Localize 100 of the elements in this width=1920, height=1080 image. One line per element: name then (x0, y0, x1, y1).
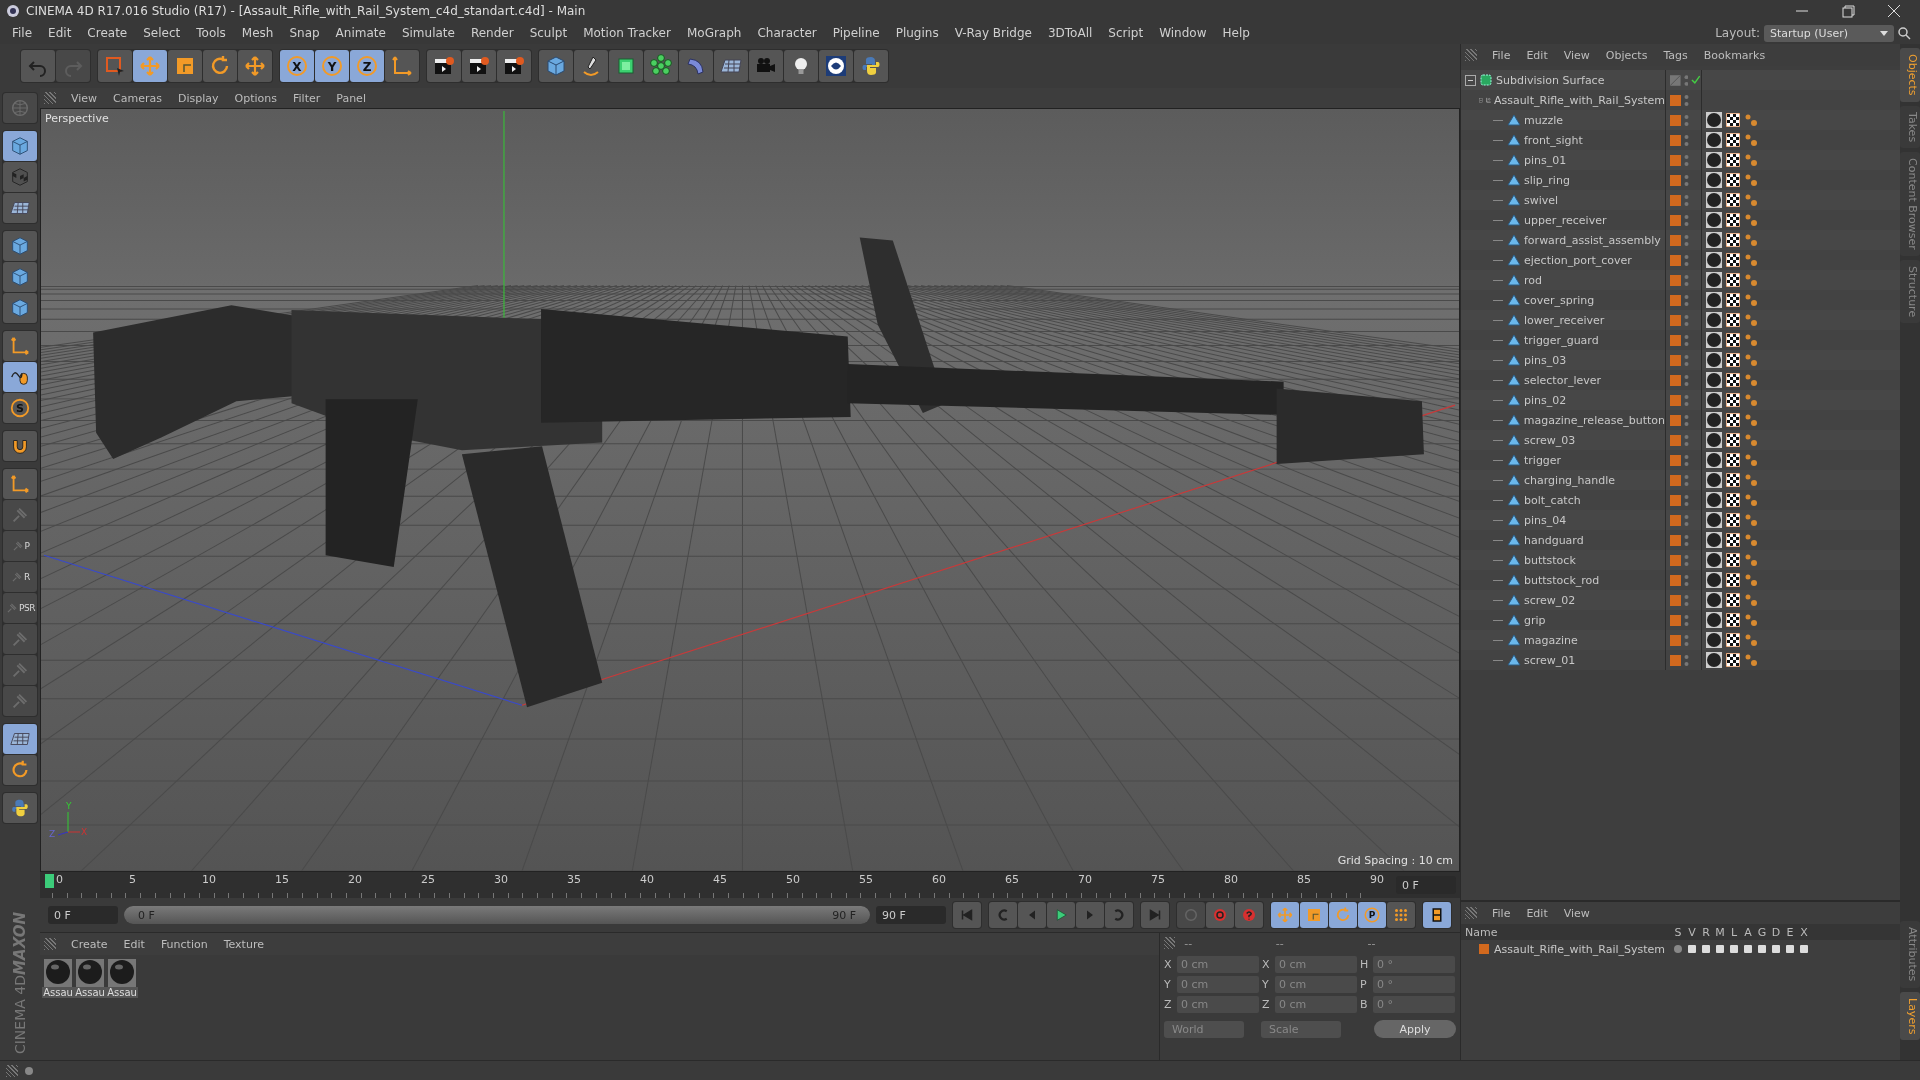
material-tag-icon[interactable] (1706, 572, 1722, 588)
visibility-dots-icon[interactable] (1684, 213, 1689, 227)
clapper-tool-button[interactable] (462, 50, 496, 82)
layer-flags-icon[interactable] (1671, 943, 1811, 955)
menu-item[interactable]: Simulate (393, 26, 463, 40)
next-tool-button[interactable] (1076, 902, 1104, 928)
object-menu-item[interactable]: Edit (1519, 48, 1555, 62)
material-swatch[interactable]: Assau (76, 959, 104, 998)
menu-item[interactable]: Create (79, 26, 136, 40)
visibility-dots-icon[interactable] (1684, 113, 1689, 127)
object-row[interactable]: screw_03 (1461, 430, 1900, 450)
checker-tag-icon[interactable] (1726, 313, 1740, 327)
visibility-dots-icon[interactable] (1684, 653, 1689, 667)
material-menu-item[interactable]: Edit (116, 937, 152, 951)
menu-item[interactable]: MoGraph (678, 26, 750, 40)
checker-tag-icon[interactable] (1726, 233, 1740, 247)
dots-tag-icon[interactable] (1744, 253, 1758, 267)
material-tag-icon[interactable] (1706, 352, 1722, 368)
object-row[interactable]: charging_handle (1461, 470, 1900, 490)
dots-tag-icon[interactable] (1744, 333, 1758, 347)
viewport-menu-item[interactable]: Options (227, 91, 284, 105)
record-tool-button[interactable] (1206, 902, 1234, 928)
object-row[interactable]: muzzle (1461, 110, 1900, 130)
material-tag-icon[interactable] (1706, 132, 1722, 148)
object-row[interactable]: pins_02 (1461, 390, 1900, 410)
visibility-dots-icon[interactable] (1684, 453, 1689, 467)
first-tool-button[interactable] (953, 902, 981, 928)
object-row[interactable]: buttstock (1461, 550, 1900, 570)
material-tag-icon[interactable] (1706, 472, 1722, 488)
object-row[interactable]: bolt_catch (1461, 490, 1900, 510)
checker-tag-icon[interactable] (1726, 573, 1740, 587)
object-row[interactable]: trigger (1461, 450, 1900, 470)
visibility-dots-icon[interactable] (1684, 493, 1689, 507)
autokey-tool-button[interactable] (1235, 902, 1263, 928)
visibility-dots-icon[interactable] (1684, 413, 1689, 427)
object-row[interactable]: grip (1461, 610, 1900, 630)
material-tag-icon[interactable] (1706, 452, 1722, 468)
end-frame-field[interactable]: 90 F (876, 906, 946, 924)
material-tag-icon[interactable] (1706, 512, 1722, 528)
side-tab[interactable]: Content Browser (1900, 151, 1920, 256)
object-row[interactable]: screw_01 (1461, 650, 1900, 670)
material-tag-icon[interactable] (1706, 432, 1722, 448)
dots-tag-icon[interactable] (1744, 193, 1758, 207)
checker-tag-icon[interactable] (1726, 173, 1740, 187)
floor-tool-button[interactable] (3, 193, 37, 223)
clapper-tool-button[interactable] (427, 50, 461, 82)
object-row[interactable]: lower_receiver (1461, 310, 1900, 330)
checker-tag-icon[interactable] (1726, 493, 1740, 507)
dots-tag-icon[interactable] (1744, 353, 1758, 367)
dots-tag-icon[interactable] (1744, 513, 1758, 527)
cube-tool-button[interactable] (3, 131, 37, 161)
dots-tag-icon[interactable] (1744, 413, 1758, 427)
material-tag-icon[interactable] (1706, 552, 1722, 568)
letter-tool-button[interactable]: P (1358, 902, 1386, 928)
play-tool-button[interactable] (1047, 902, 1075, 928)
material-tag-icon[interactable] (1706, 312, 1722, 328)
object-row[interactable]: rod (1461, 270, 1900, 290)
material-tag-icon[interactable] (1706, 372, 1722, 388)
clapper-tool-button[interactable] (497, 50, 531, 82)
last-tool-button[interactable] (1141, 902, 1169, 928)
material-swatch[interactable]: Assau (44, 959, 72, 998)
material-tag-icon[interactable] (1706, 272, 1722, 288)
checker-tag-icon[interactable] (1726, 193, 1740, 207)
dots-tag-icon[interactable] (1744, 553, 1758, 567)
visibility-dots-icon[interactable] (1684, 313, 1689, 327)
material-tag-icon[interactable] (1706, 632, 1722, 648)
bend-tool-button[interactable] (679, 50, 713, 82)
scale-tool-button[interactable] (1300, 902, 1328, 928)
world-tool-button[interactable] (385, 50, 419, 82)
layer-menu-item[interactable]: Edit (1519, 906, 1555, 920)
object-row[interactable]: pins_03 (1461, 350, 1900, 370)
material-tag-icon[interactable] (1706, 252, 1722, 268)
material-tag-icon[interactable] (1706, 332, 1722, 348)
menu-item[interactable]: Motion Tracker (575, 26, 679, 40)
material-tag-icon[interactable] (1706, 392, 1722, 408)
checker-tag-icon[interactable] (1726, 613, 1740, 627)
visibility-dots-icon[interactable] (1684, 593, 1689, 607)
menu-item[interactable]: Character (749, 26, 825, 40)
python-tool-button[interactable] (3, 793, 37, 823)
object-row[interactable]: buttstock_rod (1461, 570, 1900, 590)
camera-tool-button[interactable] (749, 50, 783, 82)
material-tag-icon[interactable] (1706, 292, 1722, 308)
visibility-dots-icon[interactable] (1684, 233, 1689, 247)
object-row[interactable]: front_sight (1461, 130, 1900, 150)
cube-tool-button[interactable] (539, 50, 573, 82)
checker-tag-icon[interactable] (1726, 473, 1740, 487)
visibility-dots-icon[interactable] (1684, 573, 1689, 587)
visibility-dots-icon[interactable] (1684, 293, 1689, 307)
pen-tool-button[interactable] (574, 50, 608, 82)
menu-item[interactable]: Snap (281, 26, 328, 40)
enabled-check-icon[interactable] (1691, 75, 1701, 85)
checker-tag-icon[interactable] (1726, 413, 1740, 427)
dots-tag-icon[interactable] (1744, 653, 1758, 667)
python-tool-button[interactable] (854, 50, 888, 82)
side-tab[interactable]: Objects (1900, 48, 1920, 102)
dots-tag-icon[interactable] (1744, 453, 1758, 467)
start-frame-field[interactable]: 0 F (48, 906, 118, 924)
visibility-dots-icon[interactable] (1684, 633, 1689, 647)
checker-tag-icon[interactable] (1726, 373, 1740, 387)
checker-tag-icon[interactable] (1726, 393, 1740, 407)
